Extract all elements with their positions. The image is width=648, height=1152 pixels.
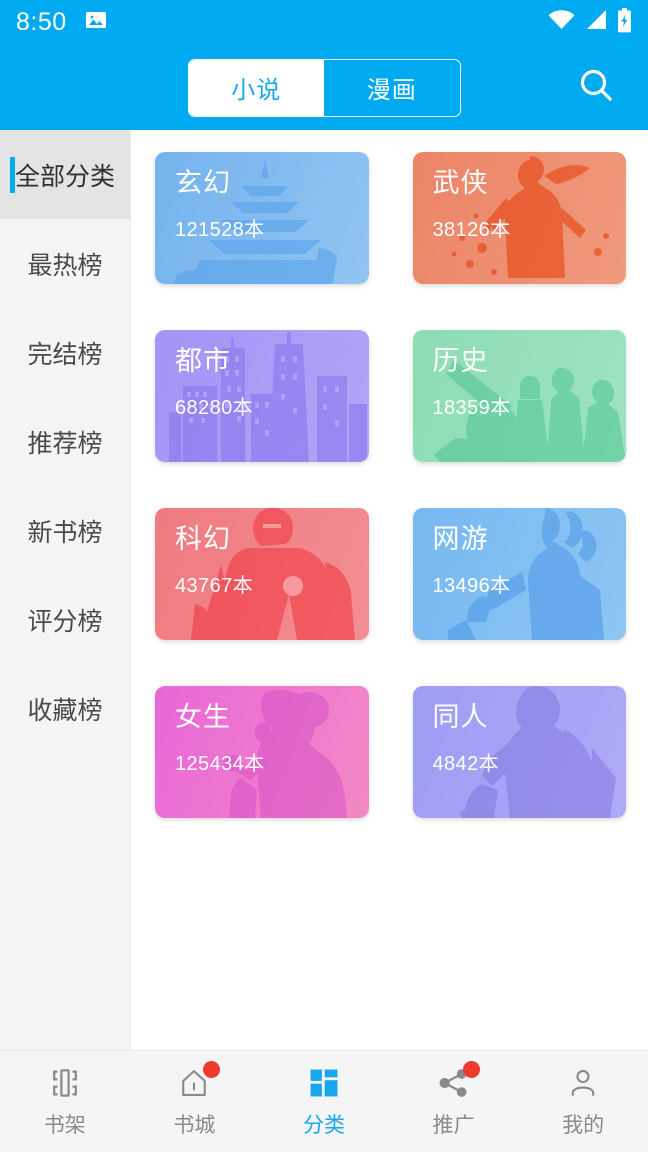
sidebar-item-new-books[interactable]: 新书榜 (0, 486, 130, 575)
sidebar-item-label: 全部分类 (14, 162, 115, 191)
category-book-count: 4842本 (432, 752, 499, 775)
category-name: 同人 (432, 702, 489, 732)
search-button[interactable] (570, 62, 622, 114)
nav-label: 推广 (432, 1114, 475, 1137)
person-icon (563, 1064, 603, 1102)
category-card[interactable]: 科幻 43767本 (155, 508, 369, 640)
active-indicator-bar (10, 156, 15, 193)
sidebar-item-rating[interactable]: 评分榜 (0, 575, 130, 664)
app-header: 小说 漫画 (0, 45, 648, 130)
sidebar-item-label: 最热榜 (27, 251, 103, 280)
app-root: 8:50 小说 漫画 全部分类 最热榜 完结榜 推荐榜 新书榜 评分榜 收藏榜 … (0, 0, 648, 1152)
sidebar-item-hottest[interactable]: 最热榜 (0, 219, 130, 308)
notification-badge (462, 1061, 480, 1078)
category-sidebar: 全部分类 最热榜 完结榜 推荐榜 新书榜 评分榜 收藏榜 (0, 130, 131, 1050)
category-card-text: 女生 125434本 (155, 686, 369, 776)
category-card-text: 历史 18359本 (413, 330, 627, 420)
category-book-count: 68280本 (175, 396, 254, 419)
category-name: 历史 (432, 346, 489, 376)
bookshelf-icon (45, 1064, 85, 1102)
nav-label: 我的 (562, 1114, 605, 1137)
image-notification-icon (84, 8, 108, 37)
status-bar-right (548, 7, 632, 38)
category-card-text: 网游 13496本 (413, 508, 627, 598)
sidebar-item-label: 评分榜 (27, 607, 103, 636)
category-card[interactable]: 武侠 38126本 (412, 152, 627, 284)
category-card[interactable]: 都市 68280本 (155, 330, 369, 462)
bottom-navigation-bar: 书架 书城 分类 推广 我的 (0, 1050, 648, 1152)
category-name: 网游 (432, 524, 489, 554)
nav-label: 书架 (43, 1114, 86, 1137)
nav-item-bookstore[interactable]: 书城 (130, 1061, 260, 1139)
category-card[interactable]: 女生 125434本 (155, 686, 369, 818)
category-name: 玄幻 (175, 168, 231, 198)
category-content: 玄幻 121528本 武侠 38126本都市 68280本 历史 18359本科幻 43767… (131, 130, 648, 1050)
sidebar-item-label: 推荐榜 (27, 429, 103, 458)
sidebar-item-label: 完结榜 (27, 340, 103, 369)
sidebar-item-label: 收藏榜 (27, 696, 103, 725)
status-bar-clock: 8:50 (16, 8, 67, 36)
category-card[interactable]: 同人 4842本 (412, 686, 627, 818)
category-card-text: 武侠 38126本 (413, 152, 627, 242)
grid-icon (304, 1064, 344, 1102)
category-name: 科幻 (175, 524, 231, 554)
category-book-count: 125434本 (175, 752, 265, 775)
sidebar-item-favorites[interactable]: 收藏榜 (0, 664, 130, 753)
signal-icon (584, 9, 608, 36)
category-book-count: 43767本 (175, 574, 254, 597)
category-book-count: 38126本 (432, 218, 511, 241)
category-card-text: 都市 68280本 (155, 330, 369, 420)
notification-badge (203, 1061, 221, 1078)
share-icon (434, 1061, 480, 1102)
tab-comic[interactable]: 漫画 (324, 59, 460, 116)
status-bar-left: 8:50 (16, 8, 108, 37)
category-book-count: 18359本 (432, 396, 511, 419)
sidebar-item-completed[interactable]: 完结榜 (0, 308, 130, 397)
nav-item-categories[interactable]: 分类 (259, 1064, 389, 1139)
battery-charging-icon (617, 7, 632, 38)
category-name: 武侠 (432, 168, 489, 198)
category-grid: 玄幻 121528本 武侠 38126本都市 68280本 历史 18359本科幻 43767… (155, 152, 626, 818)
nav-item-profile[interactable]: 我的 (518, 1064, 648, 1139)
status-bar: 8:50 (0, 0, 648, 45)
nav-item-promotion[interactable]: 推广 (389, 1061, 519, 1139)
category-card[interactable]: 历史 18359本 (412, 330, 627, 462)
search-icon (576, 65, 616, 110)
main-body: 全部分类 最热榜 完结榜 推荐榜 新书榜 评分榜 收藏榜 玄幻121528本武 (0, 130, 648, 1050)
wifi-icon (548, 9, 575, 36)
category-card-text: 玄幻 121528本 (155, 152, 369, 242)
category-card-text: 科幻 43767本 (155, 508, 369, 598)
tab-novel[interactable]: 小说 (188, 59, 324, 116)
nav-label: 书城 (173, 1114, 216, 1137)
sidebar-item-recommended[interactable]: 推荐榜 (0, 397, 130, 486)
category-card[interactable]: 玄幻 121528本 (155, 152, 369, 284)
home-icon (174, 1061, 221, 1102)
sidebar-item-label: 新书榜 (27, 518, 103, 547)
category-book-count: 13496本 (432, 574, 511, 597)
category-card-text: 同人 4842本 (413, 686, 627, 776)
category-book-count: 121528本 (175, 218, 265, 241)
nav-item-bookshelf[interactable]: 书架 (0, 1064, 130, 1139)
sidebar-item-all-categories[interactable]: 全部分类 (0, 130, 130, 219)
content-type-segmented-control[interactable]: 小说 漫画 (187, 58, 461, 117)
nav-label: 分类 (302, 1114, 345, 1137)
category-name: 都市 (175, 346, 231, 376)
category-name: 女生 (175, 702, 231, 732)
category-card[interactable]: 网游 13496本 (412, 508, 627, 640)
